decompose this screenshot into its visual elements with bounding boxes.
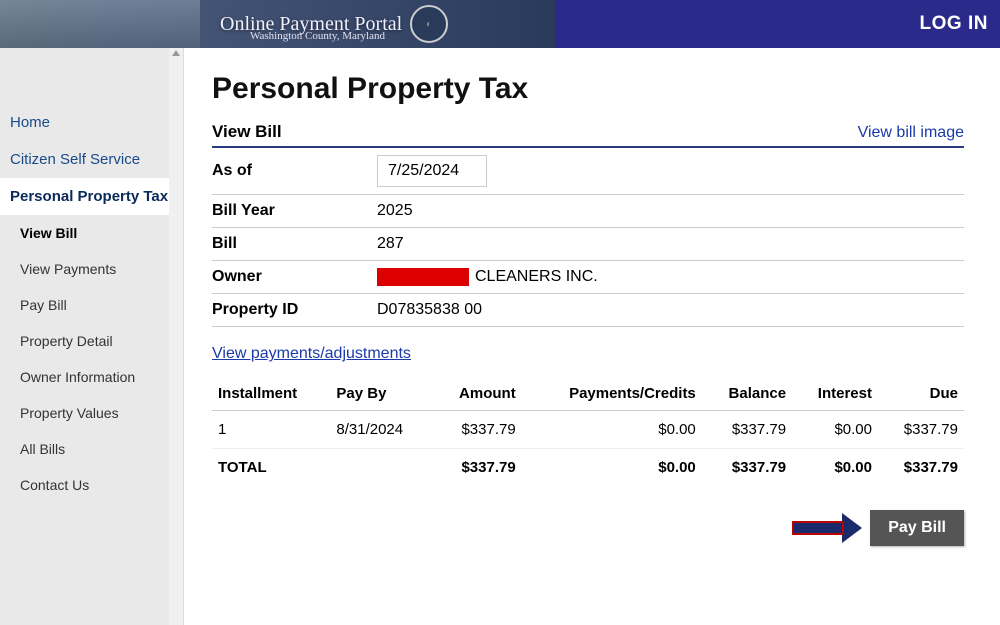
- cell-balance: $337.79: [702, 411, 792, 449]
- row-property-id: Property ID D07835838 00: [212, 294, 964, 327]
- owner-label: Owner: [212, 268, 377, 286]
- portal-subtitle: Washington County, Maryland: [250, 30, 385, 42]
- property-id-value: D07835838 00: [377, 301, 482, 319]
- seal-icon: ◐: [410, 5, 448, 43]
- header-bar: Online Payment Portal Washington County,…: [0, 0, 1000, 48]
- cell-pay-by: 8/31/2024: [330, 411, 432, 449]
- cell-total-interest: $0.00: [792, 449, 878, 487]
- cell-total-label: TOTAL: [212, 449, 330, 487]
- section-header: View Bill View bill image: [212, 122, 964, 148]
- login-link[interactable]: LOG IN: [920, 13, 1000, 35]
- owner-text: CLEANERS INC.: [475, 268, 598, 285]
- property-id-label: Property ID: [212, 301, 377, 319]
- table-total-row: TOTAL $337.79 $0.00 $337.79 $0.00 $337.7…: [212, 449, 964, 487]
- bill-year-value: 2025: [377, 202, 413, 220]
- sidebar-sub-property-values[interactable]: Property Values: [0, 395, 183, 431]
- bill-label: Bill: [212, 235, 377, 253]
- sidebar-sub-all-bills[interactable]: All Bills: [0, 431, 183, 467]
- th-balance: Balance: [702, 377, 792, 411]
- cell-total-amount: $337.79: [433, 449, 522, 487]
- sidebar-sub-view-payments[interactable]: View Payments: [0, 251, 183, 287]
- bill-year-label: Bill Year: [212, 202, 377, 220]
- th-interest: Interest: [792, 377, 878, 411]
- as-of-input[interactable]: [377, 155, 487, 187]
- row-bill: Bill 287: [212, 228, 964, 261]
- sidebar-item-citizen-self-service[interactable]: Citizen Self Service: [0, 141, 183, 178]
- th-amount: Amount: [433, 377, 522, 411]
- header-logo-area: Online Payment Portal Washington County,…: [0, 0, 555, 48]
- sidebar-scrollbar[interactable]: [169, 48, 183, 625]
- th-installment: Installment: [212, 377, 330, 411]
- view-bill-image-link[interactable]: View bill image: [858, 124, 964, 142]
- sidebar-sub-owner-information[interactable]: Owner Information: [0, 359, 183, 395]
- table-header-row: Installment Pay By Amount Payments/Credi…: [212, 377, 964, 411]
- sidebar-sub-view-bill[interactable]: View Bill: [0, 215, 183, 251]
- sidebar-sub-contact-us[interactable]: Contact Us: [0, 467, 183, 503]
- cell-total-balance: $337.79: [702, 449, 792, 487]
- th-payments-credits: Payments/Credits: [522, 377, 702, 411]
- sidebar-sub-property-detail[interactable]: Property Detail: [0, 323, 183, 359]
- installments-table: Installment Pay By Amount Payments/Credi…: [212, 377, 964, 486]
- sidebar-item-personal-property-tax[interactable]: Personal Property Tax: [0, 178, 183, 215]
- cell-interest: $0.00: [792, 411, 878, 449]
- pay-row: Pay Bill: [212, 510, 964, 546]
- redacted-block: [377, 268, 469, 286]
- bill-value: 287: [377, 235, 404, 253]
- view-payments-adjustments-link[interactable]: View payments/adjustments: [212, 345, 411, 362]
- owner-value: CLEANERS INC.: [377, 268, 598, 286]
- pay-bill-button[interactable]: Pay Bill: [870, 510, 964, 546]
- table-row: 1 8/31/2024 $337.79 $0.00 $337.79 $0.00 …: [212, 411, 964, 449]
- cell-total-payments-credits: $0.00: [522, 449, 702, 487]
- cell-payments-credits: $0.00: [522, 411, 702, 449]
- arrow-icon: [792, 517, 862, 539]
- sidebar-item-home[interactable]: Home: [0, 104, 183, 141]
- row-bill-year: Bill Year 2025: [212, 195, 964, 228]
- page-title: Personal Property Tax: [212, 72, 964, 106]
- th-pay-by: Pay By: [330, 377, 432, 411]
- cell-due: $337.79: [878, 411, 964, 449]
- cell-total-due: $337.79: [878, 449, 964, 487]
- row-as-of: As of: [212, 148, 964, 195]
- row-owner: Owner CLEANERS INC.: [212, 261, 964, 294]
- cell-total-payby: [330, 449, 432, 487]
- main-content: Personal Property Tax View Bill View bil…: [184, 48, 1000, 625]
- th-due: Due: [878, 377, 964, 411]
- cell-installment: 1: [212, 411, 330, 449]
- sidebar: Home Citizen Self Service Personal Prope…: [0, 48, 184, 625]
- cell-amount: $337.79: [433, 411, 522, 449]
- section-label: View Bill: [212, 122, 282, 142]
- as-of-label: As of: [212, 162, 377, 180]
- sidebar-sub-pay-bill[interactable]: Pay Bill: [0, 287, 183, 323]
